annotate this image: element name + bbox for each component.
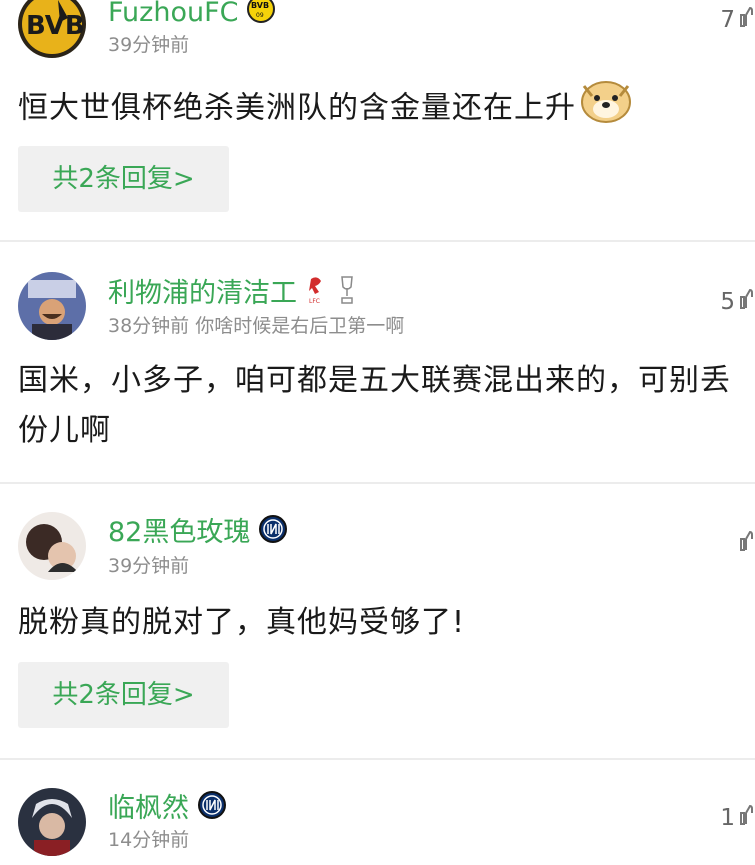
username[interactable]: 临枫然 xyxy=(108,790,227,829)
avatar[interactable]: BVB xyxy=(18,0,86,58)
reply-to-text[interactable]: 你啥时候是右后卫第一啊 xyxy=(195,315,404,337)
like-counter[interactable]: 1 xyxy=(720,804,755,833)
username-text[interactable]: 利物浦的清洁工 xyxy=(108,278,297,309)
comment-meta: 38分钟前 你啥时候是右后卫第一啊 xyxy=(108,314,404,338)
username[interactable]: FuzhouFC BVB 09 xyxy=(108,0,276,33)
svg-text:BVB: BVB xyxy=(26,11,85,41)
avatar[interactable] xyxy=(18,272,86,340)
username-text[interactable]: 82黑色玫瑰 xyxy=(108,517,250,548)
like-count: 1 xyxy=(720,805,735,831)
thumbs-up-icon[interactable] xyxy=(739,530,755,559)
timestamp: 14分钟前 xyxy=(108,829,190,851)
comment-meta: 14分钟前 xyxy=(108,828,189,852)
comment-text: 恒大世俱杯绝杀美洲队的含金量还在上升 xyxy=(18,78,737,140)
svg-text:09: 09 xyxy=(256,12,264,19)
comment-item: 82黑色玫瑰 39分钟前 脱粉真的脱对了，真他妈受够了! 共2条回复> xyxy=(0,484,755,756)
doge-emoji-icon xyxy=(580,78,632,140)
like-count: 7 xyxy=(720,7,735,33)
bvb-crest-icon: BVB 09 xyxy=(246,0,276,33)
svg-text:BVB: BVB xyxy=(251,1,269,10)
timestamp: 39分钟前 xyxy=(108,34,190,56)
username[interactable]: 利物浦的清洁工 LFC xyxy=(108,274,357,315)
timestamp: 38分钟前 xyxy=(108,315,190,337)
view-replies-button[interactable]: 共2条回复> xyxy=(18,146,229,212)
inter-crest-icon xyxy=(258,514,288,553)
like-counter[interactable]: 5 xyxy=(720,288,755,317)
comment-item: 临枫然 14分钟前 1 xyxy=(0,760,755,865)
thumbs-up-icon[interactable] xyxy=(739,288,755,317)
trophy-icon xyxy=(337,274,357,315)
liverpool-crest-icon: LFC xyxy=(305,275,329,314)
comment-meta: 39分钟前 xyxy=(108,33,189,57)
username-text[interactable]: FuzhouFC xyxy=(108,0,238,28)
like-counter[interactable]: 7 xyxy=(720,6,755,35)
avatar[interactable] xyxy=(18,512,86,580)
comment-text: 国米，小多子，咱可都是五大联赛混出来的，可别丢份儿啊 xyxy=(18,363,731,448)
thumbs-up-icon[interactable] xyxy=(739,6,755,35)
like-count: 5 xyxy=(720,289,735,315)
svg-text:LFC: LFC xyxy=(309,298,320,305)
avatar[interactable] xyxy=(18,788,86,856)
comment-item: BVB FuzhouFC BVB 09 39分钟前 7 恒大世俱杯绝杀美洲队的含金量… xyxy=(0,0,755,240)
thumbs-up-icon[interactable] xyxy=(739,804,755,833)
username[interactable]: 82黑色玫瑰 xyxy=(108,514,288,553)
timestamp: 39分钟前 xyxy=(108,555,190,577)
view-replies-button[interactable]: 共2条回复> xyxy=(18,662,229,728)
inter-crest-icon xyxy=(197,790,227,829)
comment-meta: 39分钟前 xyxy=(108,554,189,578)
comment-text: 脱粉真的脱对了，真他妈受够了! xyxy=(18,605,466,640)
username-text[interactable]: 临枫然 xyxy=(108,793,189,824)
like-counter[interactable] xyxy=(735,530,755,559)
comment-item: 利物浦的清洁工 LFC 38分钟前 你啥时候是右后卫第一啊 5 国米，小多子，咱可都… xyxy=(0,242,755,482)
